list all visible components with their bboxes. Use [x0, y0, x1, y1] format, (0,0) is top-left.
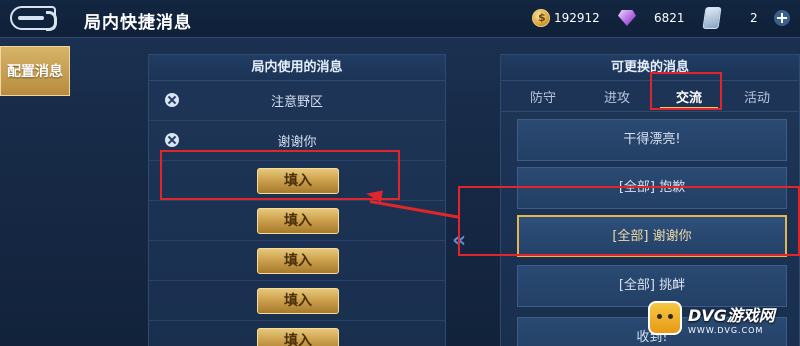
tab-defense[interactable]: 防守 — [513, 87, 573, 107]
used-messages-title: 局内使用的消息 — [149, 55, 445, 81]
tabs-divider — [501, 111, 799, 112]
fill-button[interactable]: 填入 — [257, 208, 339, 234]
message-row: 注意野区 — [149, 81, 445, 121]
gem-amount: 6821 — [654, 11, 685, 25]
fill-button[interactable]: 填入 — [257, 288, 339, 314]
top-bar: 局内快捷消息 192912 6821 2 — [0, 0, 800, 38]
message-option[interactable]: 干得漂亮! — [517, 119, 787, 161]
diamond-icon — [616, 10, 638, 26]
watermark-logo-icon — [648, 301, 682, 335]
gold-currency: 192912 — [532, 8, 600, 28]
empty-slot-row: 填入 — [149, 281, 445, 321]
annotation-box-selected-option — [458, 186, 800, 256]
card-amount: 2 — [750, 11, 758, 25]
fill-button[interactable]: 填入 — [257, 248, 339, 274]
back-icon[interactable] — [10, 6, 57, 31]
fill-button[interactable]: 填入 — [257, 328, 339, 346]
tab-attack[interactable]: 进攻 — [587, 87, 647, 107]
side-tab-config-messages[interactable]: 配置消息 — [0, 46, 70, 96]
annotation-box-tab — [650, 72, 722, 110]
page-title: 局内快捷消息 — [84, 13, 192, 33]
card-currency: 2 — [702, 7, 758, 29]
watermark-text: DVG游戏网 WWW.DVG.COM — [688, 302, 775, 335]
gold-coin-icon — [532, 9, 550, 27]
watermark: DVG游戏网 WWW.DVG.COM — [648, 294, 796, 342]
empty-slot-row: 填入 — [149, 321, 445, 346]
annotation-box-fill-slot — [160, 150, 400, 200]
used-messages-panel: 局内使用的消息 注意野区 谢谢你 填入 填入 填入 填入 填入 — [148, 54, 446, 346]
empty-slot-row: 填入 — [149, 241, 445, 281]
gem-currency: 6821 — [616, 8, 685, 28]
watermark-sub-text: WWW.DVG.COM — [688, 325, 764, 335]
watermark-main-text: DVG游戏网 — [688, 305, 775, 325]
annotation-arrow-head — [365, 187, 383, 203]
card-icon — [702, 7, 722, 29]
gold-amount: 192912 — [554, 11, 600, 25]
plus-icon[interactable] — [774, 10, 790, 26]
tab-events[interactable]: 活动 — [727, 87, 787, 107]
message-text: 谢谢你 — [277, 135, 317, 150]
message-text: 注意野区 — [270, 95, 323, 110]
